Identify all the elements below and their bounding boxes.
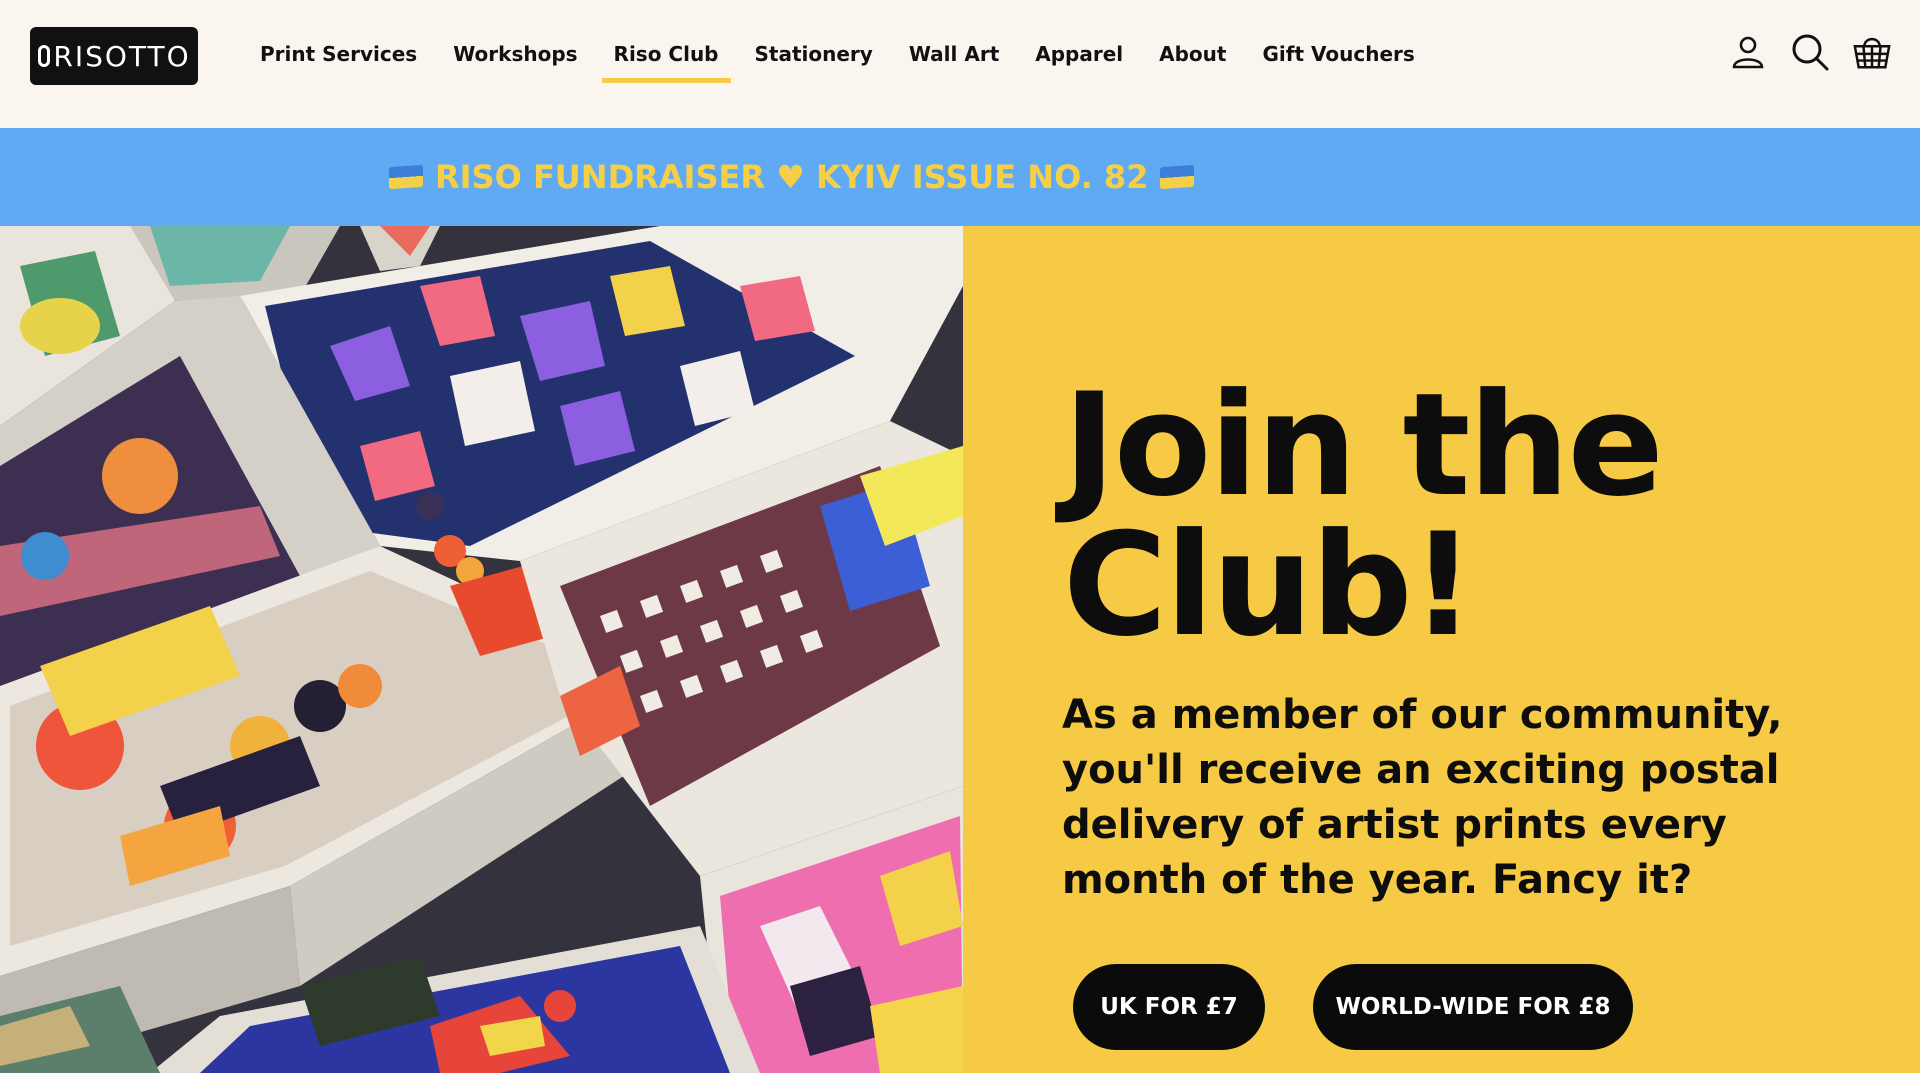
nav-about[interactable]: About: [1141, 38, 1244, 70]
hero-panel: Join the Club! As a member of our commun…: [963, 226, 1920, 1073]
hero-title: Join the Club!: [1063, 375, 1664, 657]
search-icon[interactable]: [1790, 32, 1830, 72]
announcement-banner[interactable]: RISO FUNDRAISER ♥ KYIV ISSUE NO. 82: [0, 128, 1920, 226]
hero-prints-image: [0, 226, 963, 1073]
banner-text: RISO FUNDRAISER ♥ KYIV ISSUE NO. 82: [435, 158, 1149, 196]
nav-print-services[interactable]: Print Services: [242, 38, 435, 70]
nav-gift-vouchers[interactable]: Gift Vouchers: [1244, 38, 1432, 70]
nav-workshops[interactable]: Workshops: [435, 38, 595, 70]
banner-content: RISO FUNDRAISER ♥ KYIV ISSUE NO. 82: [389, 158, 1195, 196]
worldwide-subscribe-button[interactable]: WORLD-WIDE FOR £8: [1313, 964, 1633, 1050]
nav-wall-art[interactable]: Wall Art: [891, 38, 1017, 70]
nav-apparel[interactable]: Apparel: [1017, 38, 1141, 70]
risotto-logo[interactable]: RISOTTO: [24, 22, 198, 85]
header-icons: [1728, 32, 1892, 72]
ukraine-flag-icon: [389, 164, 423, 190]
nav-riso-club[interactable]: Riso Club: [596, 38, 737, 83]
main-nav: Print Services Workshops Riso Club Stati…: [242, 38, 1433, 83]
ukraine-flag-icon: [1160, 164, 1195, 190]
prints-collage-illustration: [0, 226, 963, 1073]
basket-icon[interactable]: [1852, 32, 1892, 72]
site-header: RISOTTO Print Services Workshops Riso Cl…: [0, 0, 1920, 128]
hero-title-line-2: Club!: [1063, 503, 1475, 668]
nav-stationery[interactable]: Stationery: [737, 38, 891, 70]
logo-mark-icon: [38, 45, 50, 67]
uk-subscribe-button[interactable]: UK FOR £7: [1073, 964, 1265, 1050]
logo-text: RISOTTO: [53, 39, 191, 73]
account-icon[interactable]: [1728, 32, 1768, 72]
hero-description: As a member of our community, you'll rec…: [1062, 692, 1783, 903]
